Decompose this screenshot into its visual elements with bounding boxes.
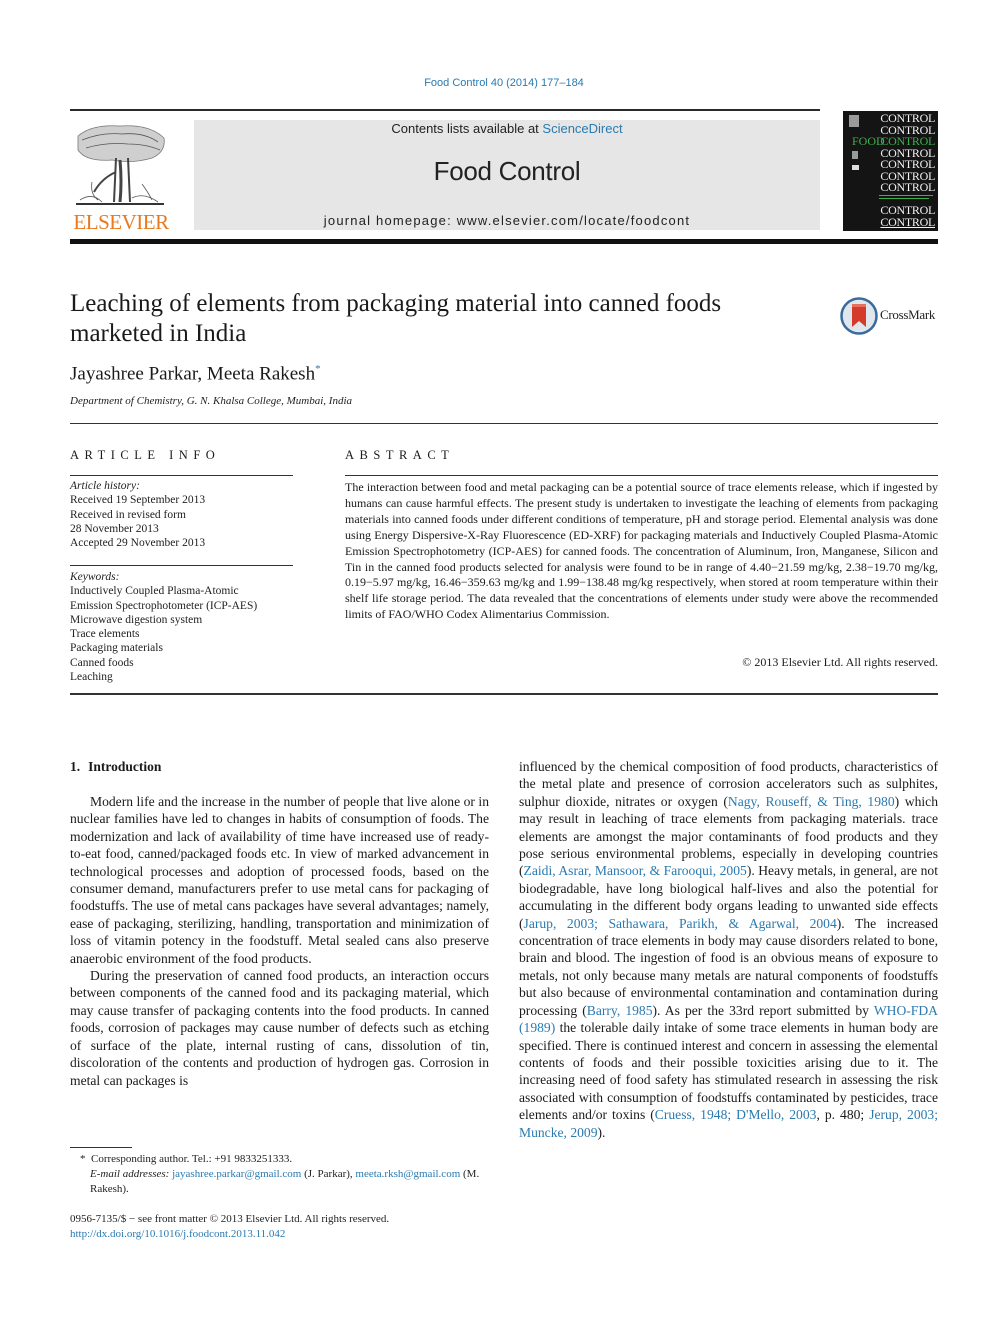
title-divider <box>70 423 938 424</box>
intro-paragraph-1: Modern life and the increase in the numb… <box>70 794 489 966</box>
abstract-copyright: © 2013 Elsevier Ltd. All rights reserved… <box>742 655 938 669</box>
section-heading-introduction: 1. Introduction <box>70 759 162 774</box>
front-matter: 0956-7135/$ − see front matter © 2013 El… <box>70 1212 389 1241</box>
body-left-column: Modern life and the increase in the numb… <box>70 793 489 1089</box>
article-info-heading: ARTICLE INFO <box>70 448 221 462</box>
citation-link[interactable]: Cruess, 1948; D'Mello, 2003 <box>655 1107 817 1122</box>
keyword-item: Microwave digestion system <box>70 613 203 626</box>
history-label: Article history: <box>70 480 140 492</box>
header-thick-rule <box>70 239 938 244</box>
abstract-bottom-rule <box>70 693 938 695</box>
email-link[interactable]: jayashree.parkar@gmail.com <box>172 1168 301 1180</box>
abstract-heading: ABSTRACT <box>345 448 455 462</box>
history-item: Accepted 29 November 2013 <box>70 537 206 550</box>
contents-line: Contents lists available at ScienceDirec… <box>391 121 623 136</box>
history-item: Received 19 September 2013 <box>70 494 206 507</box>
history-item: 28 November 2013 <box>70 522 159 535</box>
journal-title[interactable]: Food Control <box>194 156 820 187</box>
citation-link[interactable]: Nagy, Rouseff, & Ting, 1980 <box>728 794 895 809</box>
sciencedirect-link[interactable]: ScienceDirect <box>542 121 622 136</box>
corresponding-author-footnote: * Corresponding author. Tel.: +91 983325… <box>80 1153 480 1195</box>
footnote-rule <box>70 1147 132 1148</box>
keywords-rule <box>70 565 293 566</box>
keyword-item: Leaching <box>70 671 113 684</box>
history-item: Received in revised form <box>70 508 186 521</box>
keywords-label: Keywords: <box>70 571 120 583</box>
intro-paragraph-2: During the preservation of canned food p… <box>70 968 489 1088</box>
article-title: Leaching of elements from packaging mate… <box>70 290 722 347</box>
elsevier-tree-icon <box>76 125 165 205</box>
citation-link[interactable]: Food Control 40 (2014) 177–184 <box>424 77 584 89</box>
issn-line: 0956-7135/$ − see front matter © 2013 El… <box>70 1213 390 1225</box>
journal-cover-thumbnail[interactable]: CONTROL CONTROL FOOD CONTROL CONTROL CON… <box>843 111 938 231</box>
article-history: Article history: Received 19 September 2… <box>70 479 293 550</box>
crossmark-label: CrossMark <box>880 307 936 322</box>
corresponding-author-marker[interactable]: * <box>315 363 321 375</box>
homepage-link[interactable]: www.elsevier.com/locate/foodcont <box>457 213 691 228</box>
elsevier-wordmark: ELSEVIER <box>73 210 169 234</box>
journal-homepage: journal homepage: www.elsevier.com/locat… <box>323 213 691 228</box>
body-right-column: influenced by the chemical composition o… <box>519 758 938 1141</box>
header-rule <box>70 109 820 111</box>
email-link[interactable]: meeta.rksh@gmail.com <box>355 1168 460 1180</box>
journal-banner: Contents lists available at ScienceDirec… <box>194 120 820 230</box>
doi-link[interactable]: http://dx.doi.org/10.1016/j.foodcont.201… <box>70 1227 389 1242</box>
citation-link[interactable]: Jarup, 2003; Sathawara, Parikh, & Agarwa… <box>524 916 837 931</box>
affiliation: Department of Chemistry, G. N. Khalsa Co… <box>70 395 353 407</box>
citation-link[interactable]: Barry, 1985 <box>587 1003 653 1018</box>
crossmark-button[interactable]: CrossMark <box>840 297 940 335</box>
keyword-item: Inductively Coupled Plasma-Atomic <box>70 585 239 598</box>
keyword-item: Emission Spectrophotometer (ICP-AES) <box>70 599 258 612</box>
article-info-rule <box>70 475 293 476</box>
citation-link[interactable]: Zaidi, Asrar, Mansoor, & Farooqui, 2005 <box>524 863 747 878</box>
keyword-item: Trace elements <box>70 628 140 641</box>
journal-citation[interactable]: Food Control 40 (2014) 177–184 <box>0 77 992 89</box>
cover-emblem-icon <box>849 115 859 127</box>
crossmark-icon <box>840 297 878 335</box>
intro-paragraph-continued: influenced by the chemical composition o… <box>519 759 939 1140</box>
keyword-item: Packaging materials <box>70 642 163 655</box>
elsevier-logo[interactable]: ELSEVIER <box>70 120 172 234</box>
keywords-list: Keywords: Inductively Coupled Plasma-Ato… <box>70 570 293 684</box>
keyword-item: Canned foods <box>70 656 134 669</box>
abstract-text: The interaction between food and metal p… <box>345 480 938 622</box>
abstract-rule <box>345 475 938 476</box>
author-list: Jayashree Parkar, Meeta Rakesh* <box>70 363 321 385</box>
